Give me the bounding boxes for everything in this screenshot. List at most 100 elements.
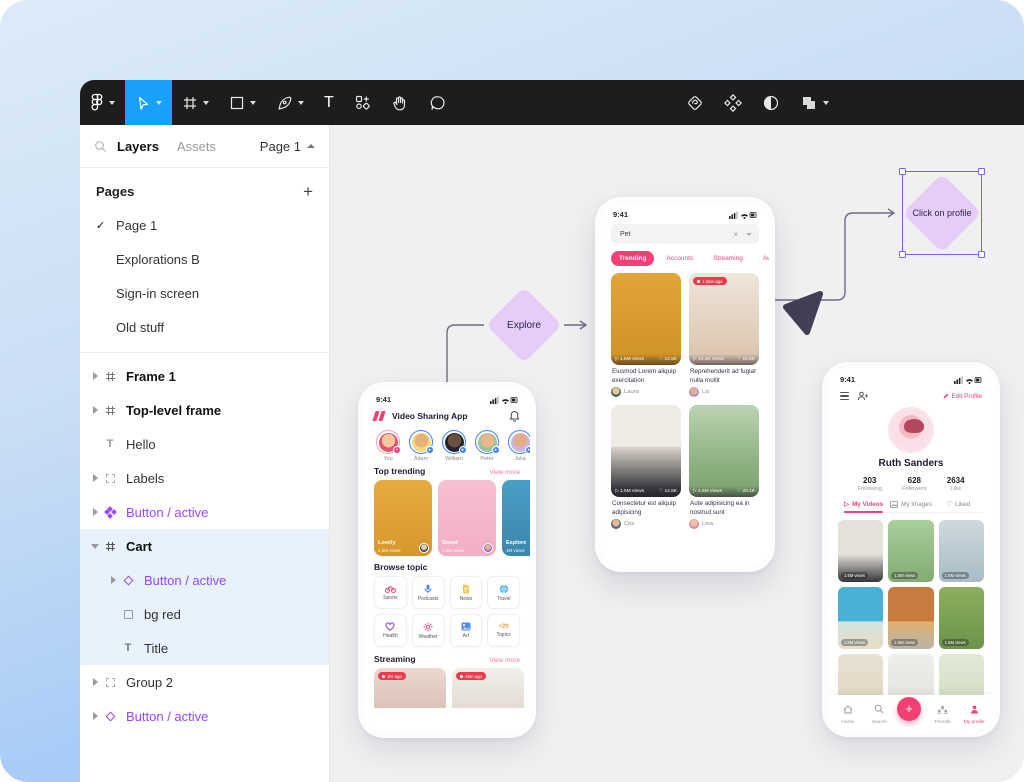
- page-item-page1[interactable]: ✓ Page 1: [80, 208, 329, 242]
- expand-arrow-icon[interactable]: [88, 372, 102, 380]
- phone-search-screen: 9:41 × Trending Account: [601, 203, 769, 566]
- expand-arrow-icon[interactable]: [88, 678, 102, 686]
- layer-hello[interactable]: T Hello: [80, 427, 329, 461]
- bell-icon: [509, 410, 520, 422]
- collapse-arrow-icon[interactable]: [88, 544, 102, 549]
- status-bar: 9:41: [364, 388, 530, 406]
- layer-button-active-component[interactable]: Button / active: [80, 495, 329, 529]
- move-tool-button[interactable]: [125, 80, 172, 125]
- view-more-link: View more: [489, 657, 520, 664]
- topic-label: News: [460, 596, 473, 602]
- search-icon[interactable]: [94, 140, 107, 153]
- layer-cart[interactable]: Cart: [80, 529, 329, 563]
- layer-button-active-instance[interactable]: Button / active: [80, 563, 329, 597]
- selection-handle[interactable]: [899, 251, 906, 258]
- topic-label: Topics: [497, 632, 511, 638]
- status-time: 9:41: [613, 210, 628, 219]
- bottom-navigation: Home Search + Friends: [828, 695, 994, 731]
- text-tool-button[interactable]: T: [314, 80, 344, 125]
- selection-handle[interactable]: [978, 168, 985, 175]
- page-item-label: Old stuff: [116, 320, 164, 335]
- layer-top-level-frame[interactable]: Top-level frame: [80, 393, 329, 427]
- layer-label: Button / active: [126, 709, 208, 724]
- layer-title[interactable]: T Title: [80, 631, 329, 665]
- boolean-groups-button[interactable]: [790, 80, 839, 125]
- clear-icon: ×: [733, 230, 738, 239]
- layer-labels[interactable]: Labels: [80, 461, 329, 495]
- status-bar: 9:41: [828, 368, 994, 386]
- streaming-cards-row: 1hr ago 45m ago 42m ago: [364, 664, 530, 708]
- chevron-down-icon: [746, 233, 752, 236]
- video-card: ▷ 1.5M views♡ 14.5K Consectetur est aliq…: [611, 405, 681, 529]
- actions-button[interactable]: [676, 80, 714, 125]
- stories-row: + You ▸ Adam ▸ William ▸: [364, 427, 530, 466]
- page-item-old-stuff[interactable]: Old stuff: [80, 310, 329, 344]
- text-layer-icon: T: [120, 642, 136, 654]
- mask-button[interactable]: [752, 80, 790, 125]
- page-item-label: Page 1: [116, 218, 157, 233]
- selection-box[interactable]: [902, 171, 982, 255]
- stream-card: 45m ago: [452, 668, 524, 708]
- pointer-cursor-icon: [786, 294, 820, 332]
- four-diamonds-icon: [724, 94, 742, 112]
- component-tool-button[interactable]: [344, 80, 381, 125]
- layer-button-active-instance-2[interactable]: Button / active: [80, 699, 329, 733]
- author-name: Laura: [624, 389, 639, 395]
- mockup-phone-profile[interactable]: 9:41 Edit P: [822, 362, 1000, 737]
- mockup-phone-home[interactable]: 9:41 Video Sharing App: [358, 382, 536, 738]
- expand-arrow-icon[interactable]: [88, 474, 102, 482]
- topic-label: Podcasts: [418, 596, 439, 602]
- topic-label: Weather: [419, 634, 438, 640]
- chevron-down-icon: [203, 101, 209, 105]
- streaming-section-header: Streaming View more: [364, 649, 530, 664]
- expand-arrow-icon[interactable]: [88, 406, 102, 414]
- hand-tool-button[interactable]: [381, 80, 419, 125]
- video-results-grid: ▷ 1.5M views♡ 12.5K Eiusmod Lorem aliqui…: [601, 273, 769, 529]
- pen-tool-button[interactable]: [266, 80, 314, 125]
- topic-grid: Sports Podcasts News Travel: [364, 572, 530, 649]
- video-caption: Reprehenderit ad fugiat nulla mollit: [690, 368, 758, 385]
- selection-handle[interactable]: [978, 251, 985, 258]
- tab-my-videos: ▷My Videos: [840, 501, 887, 512]
- video-thumbnail: ▷ 1.5M views♡ 14.5K: [611, 405, 681, 497]
- expand-arrow-icon[interactable]: [88, 508, 102, 516]
- selection-handle[interactable]: [899, 168, 906, 175]
- page-item-explorations-b[interactable]: Explorations B: [80, 242, 329, 276]
- page-selector[interactable]: Page 1: [260, 139, 315, 154]
- shape-tool-button[interactable]: [219, 80, 266, 125]
- globe-icon: [499, 584, 509, 594]
- video-author: Liz: [689, 387, 759, 397]
- mockup-phone-search[interactable]: 9:41 × Trending Account: [595, 197, 775, 572]
- tab-layers[interactable]: Layers: [117, 139, 159, 154]
- tab-assets[interactable]: Assets: [177, 139, 216, 154]
- video-author: Lina: [689, 519, 759, 529]
- component-library-button[interactable]: [714, 80, 752, 125]
- browse-section-header: Browse topic: [364, 562, 530, 572]
- frame-tool-button[interactable]: [172, 80, 219, 125]
- status-time: 9:41: [840, 375, 855, 384]
- layer-bg-red[interactable]: bg red: [80, 597, 329, 631]
- frame-icon: [102, 541, 118, 552]
- layer-group-2[interactable]: Group 2: [80, 665, 329, 699]
- figma-menu-button[interactable]: [80, 80, 125, 125]
- design-canvas[interactable]: Explore Click on profile 9:41: [330, 125, 1024, 782]
- page-item-sign-in-screen[interactable]: Sign-in screen: [80, 276, 329, 310]
- rectangle-layer-icon: [120, 610, 136, 619]
- expand-arrow-icon[interactable]: [106, 576, 120, 584]
- video-tile: 1.5M views: [888, 520, 933, 582]
- image-icon: [461, 622, 471, 631]
- friends-icon: [937, 705, 948, 714]
- story-name: Adam: [407, 456, 435, 462]
- trending-cards-row: Lovely 1.5M views Sweet 1.2M views Explo…: [364, 476, 530, 562]
- component-icon: [102, 507, 118, 518]
- story-william: ▸ William: [440, 430, 468, 462]
- trending-card-explore: Explore 1M views: [502, 480, 530, 556]
- add-page-button[interactable]: +: [303, 183, 313, 200]
- expand-arrow-icon[interactable]: [88, 712, 102, 720]
- story-name: You: [374, 456, 402, 462]
- layer-frame-1[interactable]: Frame 1: [80, 359, 329, 393]
- comment-tool-button[interactable]: [419, 80, 457, 125]
- flow-node-explore-label: Explore: [487, 311, 561, 339]
- connector-search-to-profile-node: [775, 209, 894, 300]
- add-story-icon: +: [393, 446, 401, 454]
